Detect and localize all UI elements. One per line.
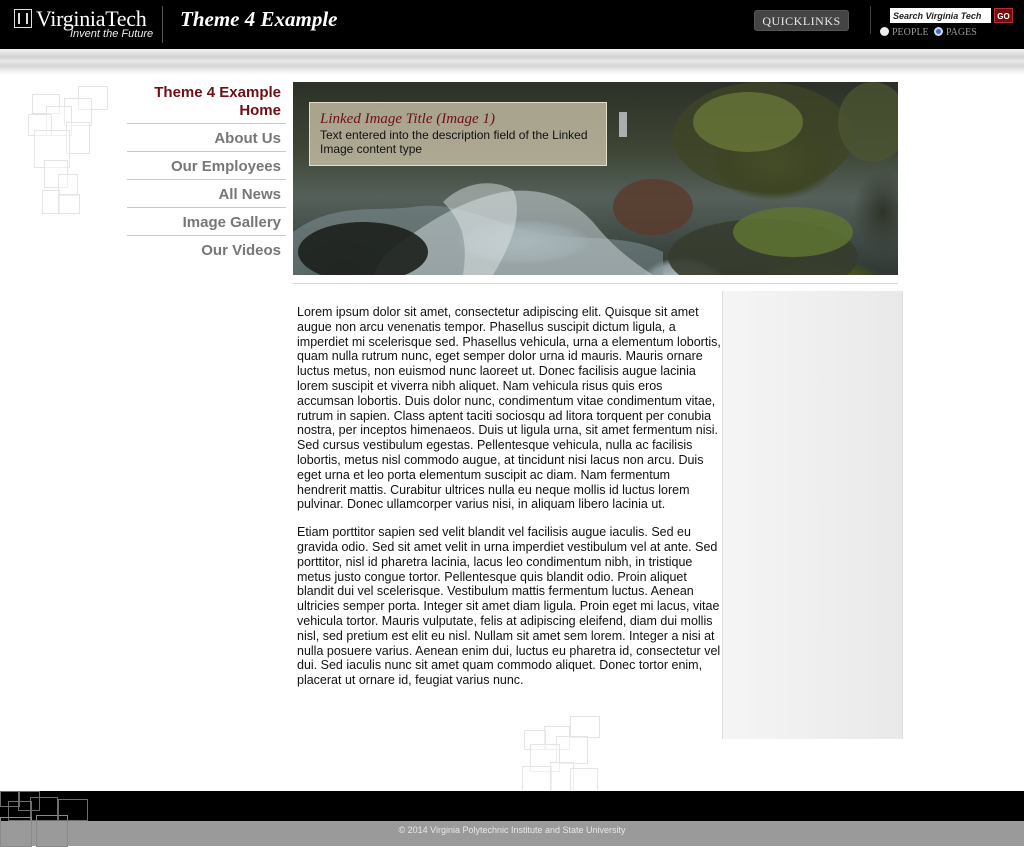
banner-caption: Linked Image Title (Image 1) Text entere… <box>309 102 607 166</box>
footer-bar <box>0 791 1024 821</box>
banner-caption-description: Text entered into the description field … <box>320 128 588 156</box>
nav-item-all-news[interactable]: All News <box>127 186 286 208</box>
search-go-button[interactable]: GO <box>994 8 1013 23</box>
nav-item-image-gallery[interactable]: Image Gallery <box>127 214 286 236</box>
featured-image-banner[interactable]: Linked Image Title (Image 1) Text entere… <box>293 82 898 275</box>
decorative-squares-left <box>28 86 110 216</box>
nav-item-home[interactable]: Theme 4 Example Home <box>127 84 286 124</box>
site-header: VirginiaTech Invent the Future Theme 4 E… <box>0 0 1024 49</box>
radio-people-icon <box>880 27 889 36</box>
nav-item-about-us[interactable]: About Us <box>127 130 286 152</box>
search-input[interactable] <box>890 8 991 23</box>
header-gradient-band <box>0 49 1024 75</box>
footer-copyright: © 2014 Virginia Polytechnic Institute an… <box>398 825 626 835</box>
logo-tagline: Invent the Future <box>70 28 154 40</box>
search-scope-people-label: PEOPLE <box>892 27 929 38</box>
main-content: Lorem ipsum dolor sit amet, consectetur … <box>297 305 722 701</box>
quicklinks-button[interactable]: QUICKLINKS <box>754 10 849 31</box>
content-paragraph: Lorem ipsum dolor sit amet, consectetur … <box>297 305 721 512</box>
search-scope-pages-radio[interactable]: PAGES <box>934 27 977 39</box>
content-divider <box>293 283 898 284</box>
search-scope-people-radio[interactable]: PEOPLE <box>880 27 929 39</box>
shield-logo-icon <box>14 9 32 28</box>
radio-pages-icon <box>934 27 943 36</box>
search-scope-pages-label: PAGES <box>946 27 977 38</box>
content-paragraph: Etiam porttitor sapien sed velit blandit… <box>297 525 721 688</box>
right-sidebar <box>722 291 903 739</box>
decorative-squares-bottom <box>520 716 602 792</box>
site-title[interactable]: Theme 4 Example <box>180 7 337 32</box>
nav-item-our-employees[interactable]: Our Employees <box>127 158 286 180</box>
nav-item-our-videos[interactable]: Our Videos <box>127 242 286 263</box>
sidebar-nav: Theme 4 Example Home About Us Our Employ… <box>127 84 286 269</box>
banner-caption-title[interactable]: Linked Image Title (Image 1) <box>320 111 596 127</box>
header-divider <box>162 6 163 43</box>
header-divider-right <box>870 6 871 34</box>
footer-decorative-grid <box>0 791 90 847</box>
